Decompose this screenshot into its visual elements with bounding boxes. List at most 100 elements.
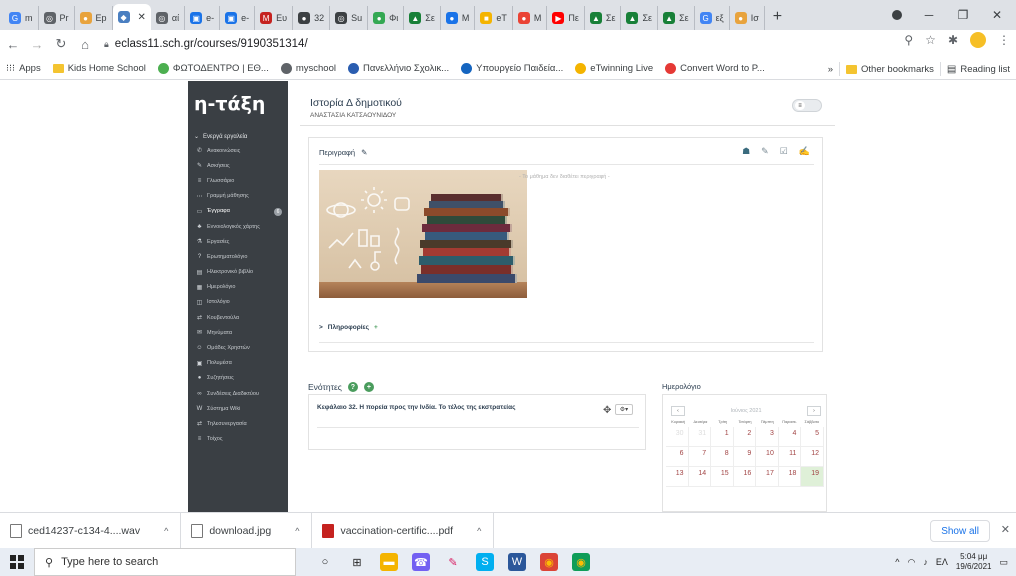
unit-title[interactable]: Κεφάλαιο 32. Η πορεία προς την Ινδία. Το…	[317, 404, 515, 411]
close-window-button[interactable]: ✕	[980, 0, 1014, 30]
calendar-day[interactable]: 2	[733, 427, 757, 447]
logo[interactable]: η-τάξη	[188, 81, 288, 127]
maximize-button[interactable]: ❐	[946, 0, 980, 30]
forward-icon[interactable]: →	[26, 33, 48, 55]
calendar-day[interactable]: 12	[801, 447, 824, 467]
bookmarks-overflow-button[interactable]: »	[822, 64, 839, 75]
sidebar-item[interactable]: ☺ Ομάδες Χρηστών	[188, 340, 288, 355]
reading-list[interactable]: ▤ Reading list	[941, 64, 1016, 75]
sidebar-item[interactable]: ♣ Εννοιολογικός χάρτης	[188, 219, 288, 234]
calendar-day[interactable]: 5	[801, 427, 824, 447]
bookmark-item[interactable]: Πανελλήνιο Σχολικ...	[342, 63, 455, 74]
unit-settings-button[interactable]: ⚙▾	[615, 404, 633, 415]
star-icon[interactable]: ☆	[925, 33, 936, 47]
users-icon[interactable]: ☗	[742, 146, 750, 157]
calendar-prev-button[interactable]: ‹	[671, 406, 685, 416]
add-icon[interactable]: +	[374, 324, 378, 331]
notifications-icon[interactable]: ▭	[999, 557, 1008, 568]
show-all-button[interactable]: Show all	[930, 520, 990, 542]
paint-icon[interactable]: ✎	[444, 553, 462, 571]
sidebar-item[interactable]: W Σύστημα Wiki	[188, 401, 288, 416]
sidebar-item[interactable]: ◫ Ιστολόγιο	[188, 295, 288, 310]
sidebar-item[interactable]: ≡ Γλωσσάριο	[188, 173, 288, 188]
sidebar-item[interactable]: ≡ Τοίχος	[188, 432, 288, 447]
sidebar-item[interactable]: ● Συζητήσεις	[188, 371, 288, 386]
sidebar-item[interactable]: ? Ερωτηματολόγιο	[188, 249, 288, 264]
browser-tab[interactable]: ● Φι	[368, 6, 405, 30]
pencil-icon[interactable]: ✎	[361, 148, 367, 157]
sidebar-item[interactable]: ▭ Έγγραφα 6	[188, 204, 288, 219]
bookmark-item[interactable]: ⁝⁝⁝ Apps	[0, 63, 47, 74]
profile-icon[interactable]	[880, 0, 914, 30]
zoom-icon[interactable]: ⚲	[904, 33, 913, 47]
browser-tab[interactable]: ● M	[513, 6, 548, 30]
sidebar-item[interactable]: ✆ Ανακοινώσεις	[188, 143, 288, 158]
browser-tab[interactable]: ▲ Σε	[621, 6, 659, 30]
sidebar-item[interactable]: ∞ Συνδέσεις Διαδικτύου	[188, 386, 288, 401]
calendar-day[interactable]: 11	[778, 447, 802, 467]
sidebar-item[interactable]: ⇄ Τηλεσυνεργασία	[188, 416, 288, 431]
browser-tab[interactable]: ▲ Σε	[585, 6, 622, 30]
view-toggle[interactable]: ≡	[792, 99, 822, 112]
sidebar-item[interactable]: ⋯ Γραμμή μάθησης	[188, 189, 288, 204]
browser-tab[interactable]: ◎ αί	[151, 6, 186, 30]
browser-tab[interactable]: ▲ Σε	[404, 6, 441, 30]
chevron-up-icon[interactable]: ^	[295, 526, 299, 536]
sidebar-item[interactable]: ✉ Μηνύματα	[188, 325, 288, 340]
calendar-day[interactable]: 3	[756, 427, 779, 447]
information-toggle[interactable]: > Πληροφορίες +	[319, 324, 378, 331]
file-explorer-icon[interactable]: ▬	[380, 553, 398, 571]
wrench-icon[interactable]: ✍	[799, 146, 810, 157]
windows-start-icon[interactable]	[0, 548, 34, 576]
sidebar-item[interactable]: ▤ Ηλεκτρονικό βιβλίο	[188, 265, 288, 280]
calendar-day[interactable]: 31	[688, 427, 712, 447]
language-indicator[interactable]: ΕΛ	[936, 557, 948, 567]
extensions-icon[interactable]: ✱	[948, 33, 958, 47]
browser-tab[interactable]: ◎ Pr	[39, 6, 75, 30]
address-bar[interactable]: 🔒︎ eclass11.sch.gr/courses/9190351314/	[104, 33, 864, 55]
avatar[interactable]	[970, 32, 986, 48]
skype-icon[interactable]: S	[476, 553, 494, 571]
calendar-day[interactable]: 9	[733, 447, 757, 467]
other-bookmarks[interactable]: Other bookmarks	[840, 64, 940, 75]
paperclip-icon[interactable]: ✎	[761, 146, 769, 157]
sidebar-item[interactable]: ✎ Ασκήσεις	[188, 158, 288, 173]
calendar-day[interactable]: 15	[711, 467, 734, 487]
chrome-icon[interactable]: ◉	[540, 553, 558, 571]
browser-tab[interactable]: ● M	[441, 6, 476, 30]
browser-tab[interactable]: ▶ Πε	[547, 6, 585, 30]
viber-icon[interactable]: ☎	[412, 553, 430, 571]
calendar-day[interactable]: 4	[778, 427, 802, 447]
calendar-day[interactable]: 1	[711, 427, 734, 447]
sidebar-item[interactable]: ⇄ Κουβεντούλα	[188, 310, 288, 325]
show-hidden-icons[interactable]: ^	[895, 557, 899, 567]
task-view-icon[interactable]: ⊞	[348, 553, 366, 571]
taskbar-search-box[interactable]: ⚲ Type here to search	[34, 548, 296, 576]
calendar-day[interactable]: 8	[711, 447, 734, 467]
close-tab-icon[interactable]: ✕	[138, 12, 146, 23]
browser-tab[interactable]: ● 32	[293, 6, 331, 30]
sidebar-item[interactable]: ⚗ Εργασίες	[188, 234, 288, 249]
browser-tab[interactable]: ◆ ✕	[112, 4, 151, 30]
browser-tab[interactable]: ▲ Σε	[658, 6, 695, 30]
download-item[interactable]: ced14237-c134-4....wav ^	[0, 512, 182, 549]
reload-icon[interactable]: ↻	[50, 33, 72, 55]
checkbox-icon[interactable]: ☑	[780, 146, 788, 157]
new-tab-button[interactable]: +	[765, 8, 790, 26]
bookmark-item[interactable]: Kids Home School	[47, 63, 152, 74]
cortana-icon[interactable]: ○	[316, 553, 334, 571]
calendar-day[interactable]: 6	[666, 447, 689, 467]
download-item[interactable]: vaccination-certific....pdf ^	[312, 512, 495, 549]
chevron-up-icon[interactable]: ^	[477, 526, 481, 536]
word-icon[interactable]: W	[508, 553, 526, 571]
chrome-2-icon[interactable]: ◉	[572, 553, 590, 571]
move-icon[interactable]: ✥	[603, 405, 611, 416]
calendar-day[interactable]: 16	[733, 467, 757, 487]
browser-tab[interactable]: ◎ Su	[330, 6, 369, 30]
browser-tab[interactable]: Gm	[4, 6, 39, 30]
calendar-next-button[interactable]: ›	[806, 406, 821, 416]
browser-tab[interactable]: ● Ep	[75, 6, 113, 30]
browser-tab[interactable]: Gεξ	[695, 6, 730, 30]
help-icon[interactable]: ?	[347, 382, 358, 392]
chevron-up-icon[interactable]: ^	[164, 526, 168, 536]
